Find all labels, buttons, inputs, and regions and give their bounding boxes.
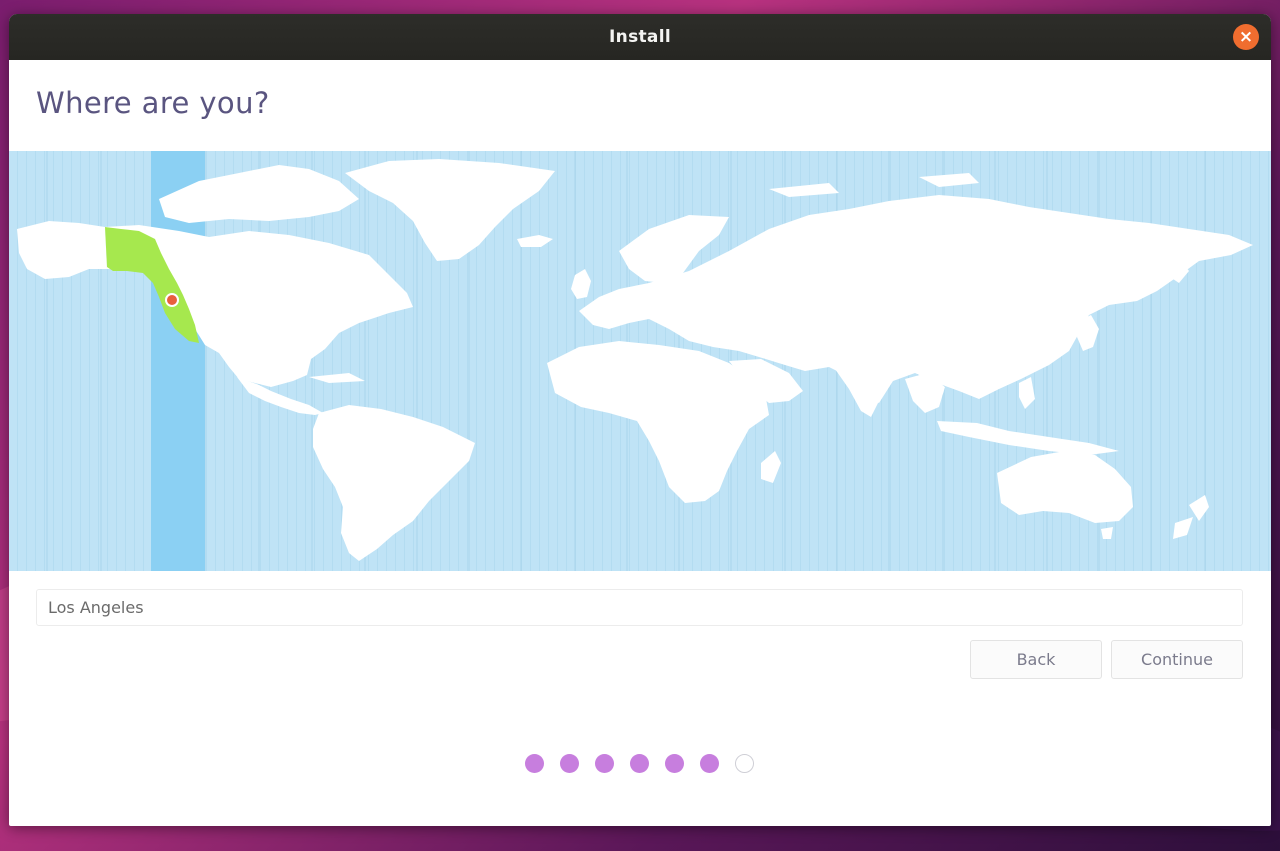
timezone-map[interactable] (9, 151, 1271, 571)
close-icon: × (1238, 26, 1254, 47)
continue-button[interactable]: Continue (1111, 640, 1243, 679)
close-button[interactable]: × (1233, 24, 1259, 50)
page-title: Where are you? (36, 86, 270, 120)
progress-dot-complete (665, 754, 684, 773)
progress-dot-incomplete (735, 754, 754, 773)
world-map (9, 151, 1271, 571)
progress-dot-complete (560, 754, 579, 773)
progress-dot-complete (700, 754, 719, 773)
window-title: Install (609, 27, 671, 47)
progress-dot-complete (595, 754, 614, 773)
progress-dots (525, 754, 754, 773)
location-marker-icon[interactable] (165, 293, 179, 307)
timezone-input[interactable]: Los Angeles (36, 589, 1243, 626)
back-button[interactable]: Back (970, 640, 1102, 679)
progress-dot-complete (630, 754, 649, 773)
title-bar: Install × (9, 14, 1271, 60)
installer-window: Install × Where are you? Los Angeles Bac… (9, 14, 1271, 826)
progress-dot-complete (525, 754, 544, 773)
